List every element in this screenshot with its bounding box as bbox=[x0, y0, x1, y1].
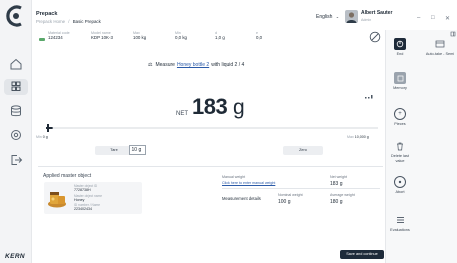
info-model-name: Model name KDP 10K-3 bbox=[91, 31, 113, 40]
info-material-code: Material code 124234 bbox=[48, 31, 70, 40]
database-icon[interactable] bbox=[9, 104, 23, 118]
home-icon[interactable] bbox=[9, 57, 23, 71]
trash-icon bbox=[394, 140, 406, 152]
nominal-weight-value: 100 g bbox=[278, 199, 291, 205]
manual-weight-label: Manual weight bbox=[222, 175, 246, 179]
breadcrumb: Prepack Home / Basic Prepack bbox=[36, 19, 101, 24]
user-name: Albert Sauter bbox=[361, 10, 393, 16]
breadcrumb-separator: / bbox=[68, 19, 70, 24]
chevron-down-icon: ⌄ bbox=[335, 14, 340, 19]
logout-icon[interactable] bbox=[9, 153, 23, 167]
end-icon bbox=[394, 38, 406, 50]
divider bbox=[38, 166, 383, 167]
abort-button[interactable]: Abort bbox=[389, 176, 411, 194]
stability-indicator-icon bbox=[365, 94, 375, 100]
device-info-row: Material code 124234 Model name KDP 10K-… bbox=[38, 30, 383, 45]
autotake-button[interactable]: Auto-take - Semi bbox=[424, 38, 456, 57]
grid-apps-icon[interactable] bbox=[4, 79, 28, 95]
info-e: e 0,0 bbox=[256, 31, 263, 40]
no-connection-icon[interactable] bbox=[369, 31, 381, 43]
manual-weight-link[interactable]: Click here to enter manual weight bbox=[222, 181, 275, 185]
delete-last-value-button[interactable]: Delete last value bbox=[387, 140, 413, 163]
page-title: Prepack bbox=[36, 11, 58, 17]
evaluations-button[interactable]: Evaluations bbox=[386, 214, 414, 232]
net-weight-label: Net weight bbox=[330, 175, 347, 179]
net-label: NET bbox=[176, 111, 188, 117]
honey-image bbox=[47, 187, 67, 209]
average-weight-label: Average weight bbox=[330, 193, 355, 197]
product-link[interactable]: Honey bottle 2 bbox=[177, 62, 209, 68]
user-avatar[interactable] bbox=[345, 10, 358, 23]
master-field-name: Master object name Honey bbox=[74, 193, 102, 202]
breadcrumb-current: Basic Prepack bbox=[72, 19, 101, 24]
tare-input[interactable]: 10 g bbox=[129, 145, 146, 155]
autotake-icon bbox=[434, 38, 446, 50]
memory-icon bbox=[394, 72, 406, 84]
brand-logo: KERN bbox=[5, 253, 26, 260]
right-action-panel: End Auto-take - Semi Memory + Pieces Del… bbox=[385, 30, 457, 263]
master-field-id: Master object ID 7728738H bbox=[74, 184, 98, 192]
info-max: Max 100 kg bbox=[133, 31, 147, 40]
tare-button[interactable]: Tare bbox=[95, 146, 133, 155]
measure-instruction: ⚖ Measure Honey bottle 2 with liquid 2 /… bbox=[148, 62, 245, 68]
close-button[interactable]: ✕ bbox=[445, 15, 450, 22]
average-weight-value: 180 g bbox=[330, 199, 343, 205]
app-logo-icon bbox=[5, 5, 27, 27]
memory-button[interactable]: Memory bbox=[389, 72, 411, 90]
nominal-weight-label: Nominal weight bbox=[278, 193, 303, 197]
net-weight-unit: g bbox=[233, 96, 245, 119]
range-min-label: Min 0 g bbox=[36, 135, 48, 139]
end-button[interactable]: End bbox=[389, 38, 411, 56]
info-min: Min 0,0 kg bbox=[175, 31, 187, 40]
pieces-button[interactable]: + Pieces bbox=[389, 108, 411, 126]
range-max-label: Max 10,000 g bbox=[347, 135, 369, 139]
weighing-range-bar bbox=[44, 123, 380, 133]
panel-collapse-icon[interactable] bbox=[450, 31, 456, 37]
left-rail: KERN bbox=[0, 0, 32, 263]
plus-circle-icon: + bbox=[394, 108, 406, 120]
language-value: English bbox=[316, 14, 333, 20]
language-select[interactable]: English ⌄ bbox=[316, 14, 339, 20]
measurement-details-label: Measurement details bbox=[222, 196, 261, 201]
master-object-heading: Applied master object bbox=[43, 173, 92, 179]
abort-icon bbox=[394, 176, 406, 188]
net-weight-result: 183 g bbox=[330, 181, 343, 187]
maximize-button[interactable]: □ bbox=[431, 15, 435, 21]
results-divider bbox=[222, 188, 380, 189]
user-role: Admin bbox=[361, 18, 372, 22]
status-indicator-icon bbox=[39, 38, 45, 41]
evaluations-icon bbox=[394, 214, 406, 226]
breadcrumb-home[interactable]: Prepack Home bbox=[36, 19, 65, 24]
save-and-continue-button[interactable]: Save and continue bbox=[340, 250, 384, 259]
master-object-card[interactable]: Master object ID 7728738H Master object … bbox=[44, 182, 142, 214]
settings-icon[interactable] bbox=[9, 128, 23, 142]
zero-button[interactable]: Zero bbox=[283, 146, 323, 155]
scale-icon: ⚖ bbox=[148, 62, 153, 68]
info-d: d 1,0 g bbox=[215, 31, 225, 40]
minimize-button[interactable]: – bbox=[417, 15, 420, 21]
header-bar: Prepack Prepack Home / Basic Prepack Eng… bbox=[32, 0, 457, 30]
master-field-idnumber: ID number / Name 223402434 bbox=[74, 203, 101, 211]
net-weight-value: 183 bbox=[192, 94, 228, 119]
